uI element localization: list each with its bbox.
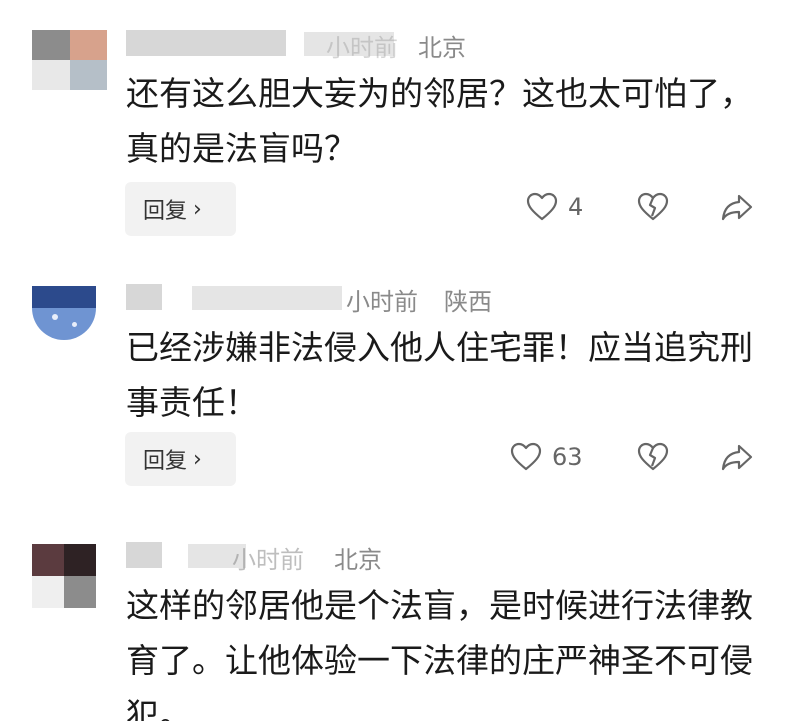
comment-2: 小时前 陕西 已经涉嫌非法侵入他人住宅罪！应当追究刑事责任！ 回复 › 63 xyxy=(0,252,800,512)
avatar[interactable] xyxy=(32,30,107,90)
comment-time: 小时前 xyxy=(346,288,418,316)
comment-location: 北京 xyxy=(418,34,466,62)
comment-text: 已经涉嫌非法侵入他人住宅罪！应当追究刑事责任！ xyxy=(126,328,753,422)
dislike-button[interactable] xyxy=(637,192,669,222)
reply-button[interactable]: 回复 › xyxy=(125,432,236,486)
heart-icon xyxy=(526,192,558,221)
share-icon xyxy=(721,194,753,221)
comment-3: 小时前 北京 这样的邻居他是个法盲，是时候进行法律教育了。让他体验一下法律的庄严… xyxy=(0,512,800,721)
reply-label: 回复 xyxy=(143,199,188,224)
comment-time: 小时前 xyxy=(232,546,304,574)
like-count: 63 xyxy=(552,443,583,471)
username-blurred[interactable] xyxy=(126,30,286,56)
broken-heart-icon xyxy=(637,442,669,471)
username-blurred[interactable] xyxy=(126,284,162,310)
dislike-button[interactable] xyxy=(637,442,669,472)
comment-meta: 小时前 陕西 xyxy=(126,282,526,316)
comment-location: 北京 xyxy=(334,546,382,574)
like-count: 4 xyxy=(568,193,584,221)
comment-1: 小时前 北京 还有这么胆大妄为的邻居？这也太可怕了，真的是法盲吗？ 回复 › 4 xyxy=(0,0,800,260)
comment-text: 还有这么胆大妄为的邻居？这也太可怕了，真的是法盲吗？ xyxy=(126,74,753,168)
share-button[interactable] xyxy=(720,442,754,472)
heart-icon xyxy=(510,442,542,471)
broken-heart-icon xyxy=(637,192,669,221)
chevron-right-icon: › xyxy=(193,196,202,222)
comment-meta: 小时前 北京 xyxy=(126,540,446,574)
avatar[interactable] xyxy=(32,544,96,608)
comment-meta: 小时前 北京 xyxy=(126,28,526,62)
comment-location: 陕西 xyxy=(444,288,492,316)
reply-button[interactable]: 回复 › xyxy=(125,182,236,236)
like-button[interactable]: 63 xyxy=(510,442,583,472)
like-button[interactable]: 4 xyxy=(526,192,583,222)
username-blurred[interactable] xyxy=(126,542,162,568)
share-button[interactable] xyxy=(720,192,754,222)
share-icon xyxy=(721,444,753,471)
chevron-right-icon: › xyxy=(193,446,202,472)
comment-text: 这样的邻居他是个法盲，是时候进行法律教育了。让他体验一下法律的庄严神圣不可侵犯。 xyxy=(126,586,753,721)
comment-time: 小时前 xyxy=(326,34,398,62)
avatar[interactable] xyxy=(32,286,96,340)
reply-label: 回复 xyxy=(143,449,188,474)
